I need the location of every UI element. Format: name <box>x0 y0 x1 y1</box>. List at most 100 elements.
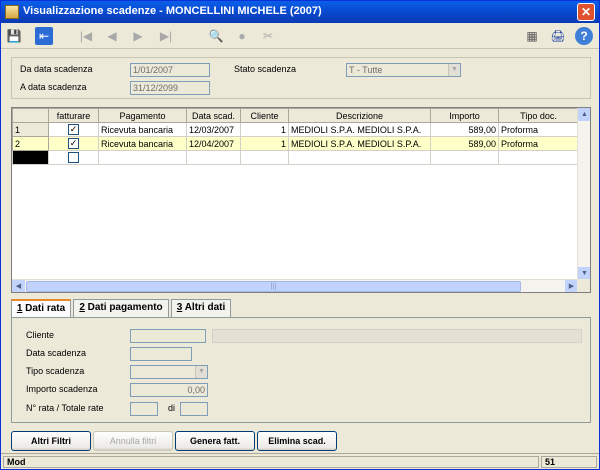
tab-altri-dati[interactable]: 3 Altri dati <box>171 299 231 317</box>
scroll-corner <box>577 279 590 292</box>
exit-icon[interactable]: ⇤ <box>35 27 53 45</box>
pagamento-cell[interactable]: Ricevuta bancaria <box>98 136 187 151</box>
col-descrizione[interactable]: Descrizione <box>288 108 431 123</box>
scadenze-grid: fatturare Pagamento Data scad. Cliente D… <box>11 107 591 293</box>
col-importo[interactable]: Importo <box>430 108 499 123</box>
title-bar: Visualizzazione scadenze - MONCELLINI MI… <box>1 1 599 23</box>
importo-cell[interactable]: 589,00 <box>430 122 499 137</box>
cliente-name-field[interactable] <box>212 329 582 343</box>
cliente-cell[interactable]: 1 <box>240 136 289 151</box>
new-row[interactable] <box>12 150 579 165</box>
last-record-icon[interactable]: ▶| <box>157 27 175 45</box>
a-data-field[interactable]: 31/12/2099 <box>130 81 210 95</box>
descrizione-cell[interactable] <box>288 150 431 165</box>
col-tipo-doc[interactable]: Tipo doc. <box>498 108 579 123</box>
tipo-cell[interactable]: Proforma <box>498 136 579 151</box>
di-label: di <box>168 403 176 413</box>
filter-delete-icon[interactable]: ✂ <box>259 27 277 45</box>
search-icon[interactable]: 🔍 <box>207 27 225 45</box>
chevron-down-icon[interactable]: ▼ <box>448 64 460 76</box>
tipo-cell[interactable]: Proforma <box>498 122 579 137</box>
col-fatturare[interactable]: fatturare <box>48 108 99 123</box>
prev-record-icon[interactable]: ◀ <box>103 27 121 45</box>
record-icon[interactable]: ● <box>233 27 251 45</box>
pagamento-cell[interactable]: Ricevuta bancaria <box>98 122 187 137</box>
cliente-label: Cliente <box>26 330 55 340</box>
tipo-scadenza-combo[interactable]: ▼ <box>130 365 208 379</box>
dati-rata-panel: Cliente Data scadenza Tipo scadenza ▼ Im… <box>11 317 591 423</box>
cliente-cell[interactable]: 1 <box>240 122 289 137</box>
scroll-thumb[interactable]: ||| <box>26 281 521 292</box>
col-pagamento[interactable]: Pagamento <box>98 108 187 123</box>
table-row[interactable]: 2 ✓ Ricevuta bancaria 12/04/2007 1 MEDIO… <box>12 136 579 151</box>
save-icon[interactable]: 💾 <box>5 27 23 45</box>
toolbar: 💾 ⇤ |◀ ◀ ▶ ▶| 🔍 ● ✂ ▦ 🖨 ? <box>1 23 599 49</box>
fatturare-cell[interactable]: ✓ <box>48 136 99 151</box>
chevron-down-icon[interactable]: ▼ <box>195 366 207 378</box>
tab-label: Dati pagamento <box>84 302 163 313</box>
genera-fatt-button[interactable]: Genera fatt. <box>175 431 255 451</box>
rata-number-field[interactable] <box>130 402 158 416</box>
scroll-left-icon[interactable]: ◀ <box>12 280 25 292</box>
altri-filtri-button[interactable]: Altri Filtri <box>11 431 91 451</box>
importo-cell[interactable]: 589,00 <box>430 136 499 151</box>
tipo-scadenza-label: Tipo scadenza <box>26 366 85 376</box>
fatturare-checkbox[interactable]: ✓ <box>68 138 79 150</box>
a-data-label: A data scadenza <box>20 82 87 92</box>
data-cell[interactable]: 12/03/2007 <box>186 122 241 137</box>
fatturare-cell[interactable] <box>48 150 99 165</box>
elimina-scad-button[interactable]: Elimina scad. <box>257 431 337 451</box>
grid-header: fatturare Pagamento Data scad. Cliente D… <box>12 108 579 123</box>
window-title: Visualizzazione scadenze - MONCELLINI MI… <box>23 5 322 17</box>
da-data-field[interactable]: 1/01/2007 <box>130 63 210 77</box>
fatturare-checkbox[interactable]: ✓ <box>68 124 79 136</box>
vertical-scrollbar[interactable]: ▲ ▼ <box>577 108 590 280</box>
data-cell[interactable]: 12/04/2007 <box>186 136 241 151</box>
first-record-icon[interactable]: |◀ <box>77 27 95 45</box>
col-data-scad[interactable]: Data scad. <box>186 108 241 123</box>
importo-scadenza-label: Importo scadenza <box>26 384 98 394</box>
col-cliente[interactable]: Cliente <box>240 108 289 123</box>
help-icon[interactable]: ? <box>575 27 593 45</box>
cliente-code-field[interactable] <box>130 329 206 343</box>
tab-label: Altri dati <box>182 302 226 313</box>
tab-dati-pagamento[interactable]: 2 Dati pagamento <box>73 299 169 317</box>
data-cell[interactable] <box>186 150 241 165</box>
stato-value: T - Tutte <box>349 65 383 75</box>
close-button[interactable]: ✕ <box>577 3 595 21</box>
importo-cell[interactable] <box>430 150 499 165</box>
table-row[interactable]: 1 ✓ Ricevuta bancaria 12/03/2007 1 MEDIO… <box>12 122 579 137</box>
current-row-marker <box>12 150 49 165</box>
status-mode: Mod <box>3 456 539 468</box>
cliente-cell[interactable] <box>240 150 289 165</box>
annulla-filtri-button[interactable]: Annulla filtri <box>93 431 173 451</box>
data-scadenza-label: Data scadenza <box>26 348 87 358</box>
descrizione-cell[interactable]: MEDIOLI S.P.A. MEDIOLI S.P.A. <box>288 122 431 137</box>
stato-combo[interactable]: T - Tutte ▼ <box>346 63 461 77</box>
scroll-up-icon[interactable]: ▲ <box>578 108 590 121</box>
row-number: 1 <box>12 122 49 137</box>
importo-scadenza-field[interactable]: 0,00 <box>130 383 208 397</box>
data-scadenza-field[interactable] <box>130 347 192 361</box>
totale-rate-field[interactable] <box>180 402 208 416</box>
da-data-label: Da data scadenza <box>20 64 93 74</box>
fatturare-cell[interactable]: ✓ <box>48 122 99 137</box>
tipo-cell[interactable] <box>498 150 579 165</box>
descrizione-cell[interactable]: MEDIOLI S.P.A. MEDIOLI S.P.A. <box>288 136 431 151</box>
next-record-icon[interactable]: ▶ <box>129 27 147 45</box>
stato-label: Stato scadenza <box>234 64 297 74</box>
row-number: 2 <box>12 136 49 151</box>
filter-panel: Da data scadenza 1/01/2007 A data scaden… <box>11 57 591 99</box>
print-icon[interactable]: 🖨 <box>549 27 567 45</box>
fatturare-checkbox[interactable] <box>68 152 79 164</box>
tab-dati-rata[interactable]: 1 Dati rata <box>11 299 71 318</box>
app-icon <box>5 5 19 19</box>
horizontal-scrollbar[interactable]: ◀ ||| ▶ <box>12 279 578 292</box>
tab-label: Dati rata <box>22 303 66 314</box>
status-bar: Mod 51 <box>1 453 599 469</box>
pagamento-cell[interactable] <box>98 150 187 165</box>
status-count: 51 <box>541 456 597 468</box>
calculator-icon[interactable]: ▦ <box>523 27 541 45</box>
rata-label: N° rata / Totale rate <box>26 403 104 413</box>
main-window: Visualizzazione scadenze - MONCELLINI MI… <box>0 0 600 470</box>
